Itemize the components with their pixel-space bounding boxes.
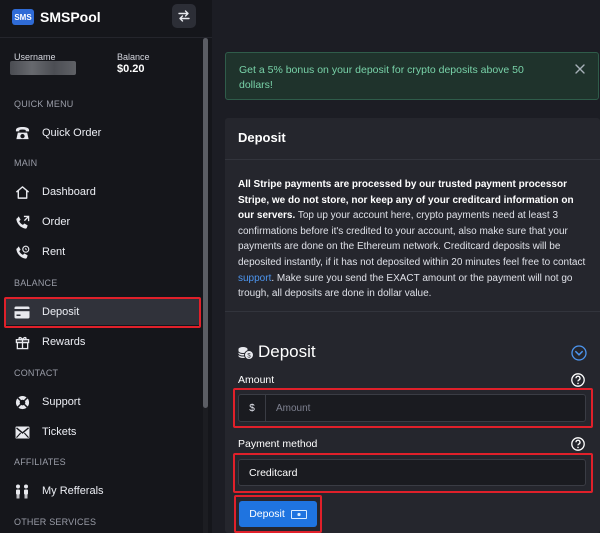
section-balance: BALANCE: [14, 278, 58, 288]
sidebar-item-label: Dashboard: [42, 186, 96, 198]
chevron-down-icon[interactable]: [571, 345, 587, 361]
help-icon[interactable]: [571, 437, 585, 451]
close-icon[interactable]: [574, 63, 586, 75]
card-title: Deposit: [238, 130, 286, 145]
highlight-deposit-button: [234, 495, 322, 533]
divider: [225, 159, 600, 160]
support-link[interactable]: support: [238, 273, 271, 284]
section-other-services: OTHER SERVICES: [14, 517, 97, 527]
home-icon: [13, 183, 31, 201]
sidebar-item-support[interactable]: Support: [5, 389, 199, 415]
sidebar-item-label: My Refferals: [42, 485, 104, 497]
phone-forward-icon: [13, 213, 31, 231]
sidebar-item-my-refferals[interactable]: My Refferals: [5, 478, 199, 504]
username-value-redacted: [10, 61, 76, 75]
brand-logo: SMS: [12, 9, 34, 25]
users-icon: [13, 482, 31, 500]
sidebar-item-label: Support: [42, 396, 81, 408]
highlight-payment-method: [233, 453, 593, 493]
highlight-deposit-nav: [4, 297, 201, 328]
deposit-form-title: Deposit: [258, 342, 316, 361]
balance-label: Balance: [117, 52, 150, 62]
balance-value: $0.20: [117, 63, 145, 75]
sidebar-scrollbar-thumb[interactable]: [203, 38, 208, 408]
sidebar-item-tickets[interactable]: Tickets: [5, 419, 199, 445]
phone-icon: [13, 124, 31, 142]
sidebar-item-quick-order[interactable]: Quick Order: [5, 120, 199, 146]
main-content: Get a 5% bonus on your deposit for crypt…: [212, 0, 600, 533]
brand-name: SMSPool: [40, 9, 101, 25]
sidebar-item-rent[interactable]: Rent: [5, 239, 199, 265]
sidebar-item-rewards[interactable]: Rewards: [5, 329, 199, 355]
swap-button[interactable]: [172, 4, 196, 28]
ticket-icon: [13, 423, 31, 441]
deposit-info-text: All Stripe payments are processed by our…: [238, 177, 590, 302]
divider: [0, 37, 212, 38]
gift-icon: [13, 333, 31, 351]
section-affiliates: AFFILIATES: [14, 457, 66, 467]
deposit-card: Deposit All Stripe payments are processe…: [225, 118, 600, 533]
section-quick-menu: QUICK MENU: [14, 99, 74, 109]
divider: [225, 311, 600, 312]
lifebuoy-icon: [13, 393, 31, 411]
bonus-alert-text: Get a 5% bonus on your deposit for crypt…: [239, 64, 524, 91]
sidebar-item-label: Rewards: [42, 336, 86, 348]
brand[interactable]: SMS SMSPool: [12, 7, 101, 27]
sidebar-item-label: Rent: [42, 246, 66, 258]
section-contact: CONTACT: [14, 368, 59, 378]
bonus-alert: Get a 5% bonus on your deposit for crypt…: [225, 52, 599, 100]
sidebar-item-dashboard[interactable]: Dashboard: [5, 179, 199, 205]
sidebar-item-label: Quick Order: [42, 127, 102, 139]
sidebar-item-order[interactable]: Order: [5, 209, 199, 235]
sidebar: SMS SMSPool Username Balance $0.20 QUICK…: [0, 0, 212, 533]
help-icon[interactable]: [571, 373, 585, 387]
phone-clock-icon: [13, 243, 31, 261]
highlight-amount: [233, 388, 593, 428]
sidebar-item-label: Order: [42, 216, 71, 228]
sidebar-item-label: Tickets: [42, 426, 77, 438]
payment-method-label: Payment method: [238, 438, 318, 450]
info-text: . Make sure you send the EXACT amount or…: [238, 272, 573, 300]
amount-label: Amount: [238, 374, 275, 386]
swap-icon: [178, 10, 190, 22]
section-main: MAIN: [14, 158, 38, 168]
coins-icon: $: [238, 347, 254, 360]
